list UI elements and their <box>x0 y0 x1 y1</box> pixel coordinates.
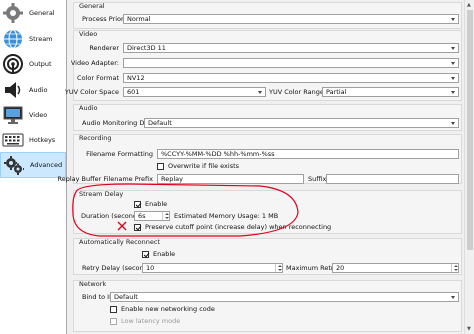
sidebar-item-hotkeys[interactable]: Hotkeys <box>0 128 66 152</box>
sidebar-item-stream[interactable]: Stream <box>0 27 66 51</box>
cogs-icon <box>4 156 24 175</box>
speaker-icon <box>5 82 21 98</box>
sidebar-item-label: Audio <box>29 86 48 94</box>
sidebar-item-advanced[interactable]: Advanced <box>0 152 66 178</box>
keyboard-icon <box>2 133 24 147</box>
sidebar-item-label: Output <box>29 60 52 68</box>
scrollbar-thumb[interactable] <box>467 10 473 250</box>
sidebar-item-output[interactable]: Output <box>0 52 66 76</box>
signal-icon <box>3 54 23 74</box>
vertical-scrollbar[interactable]: ▲ ▼ <box>464 0 474 334</box>
globe-icon <box>4 29 22 49</box>
gear-icon <box>3 3 23 23</box>
sidebar-item-label: Hotkeys <box>29 136 56 144</box>
sidebar-item-label: Video <box>29 111 48 119</box>
advanced-settings-panel: General Process Priority Normal Video Re… <box>58 0 464 334</box>
sidebar-item-label: Stream <box>29 35 53 43</box>
scroll-up-icon[interactable]: ▲ <box>467 2 471 8</box>
sidebar-item-label: Advanced <box>30 161 63 169</box>
red-annotation-ellipse <box>72 183 299 237</box>
sidebar-item-label: General <box>29 9 55 17</box>
monitor-icon <box>3 106 23 124</box>
scroll-down-icon[interactable]: ▼ <box>467 326 471 332</box>
red-x-mark <box>117 221 127 231</box>
sidebar-item-general[interactable]: General <box>0 1 66 25</box>
sidebar-item-audio[interactable]: Audio <box>0 78 66 102</box>
settings-sidebar: General Stream Output Audio Video Hotkey… <box>0 0 67 334</box>
sidebar-item-video[interactable]: Video <box>0 103 66 127</box>
